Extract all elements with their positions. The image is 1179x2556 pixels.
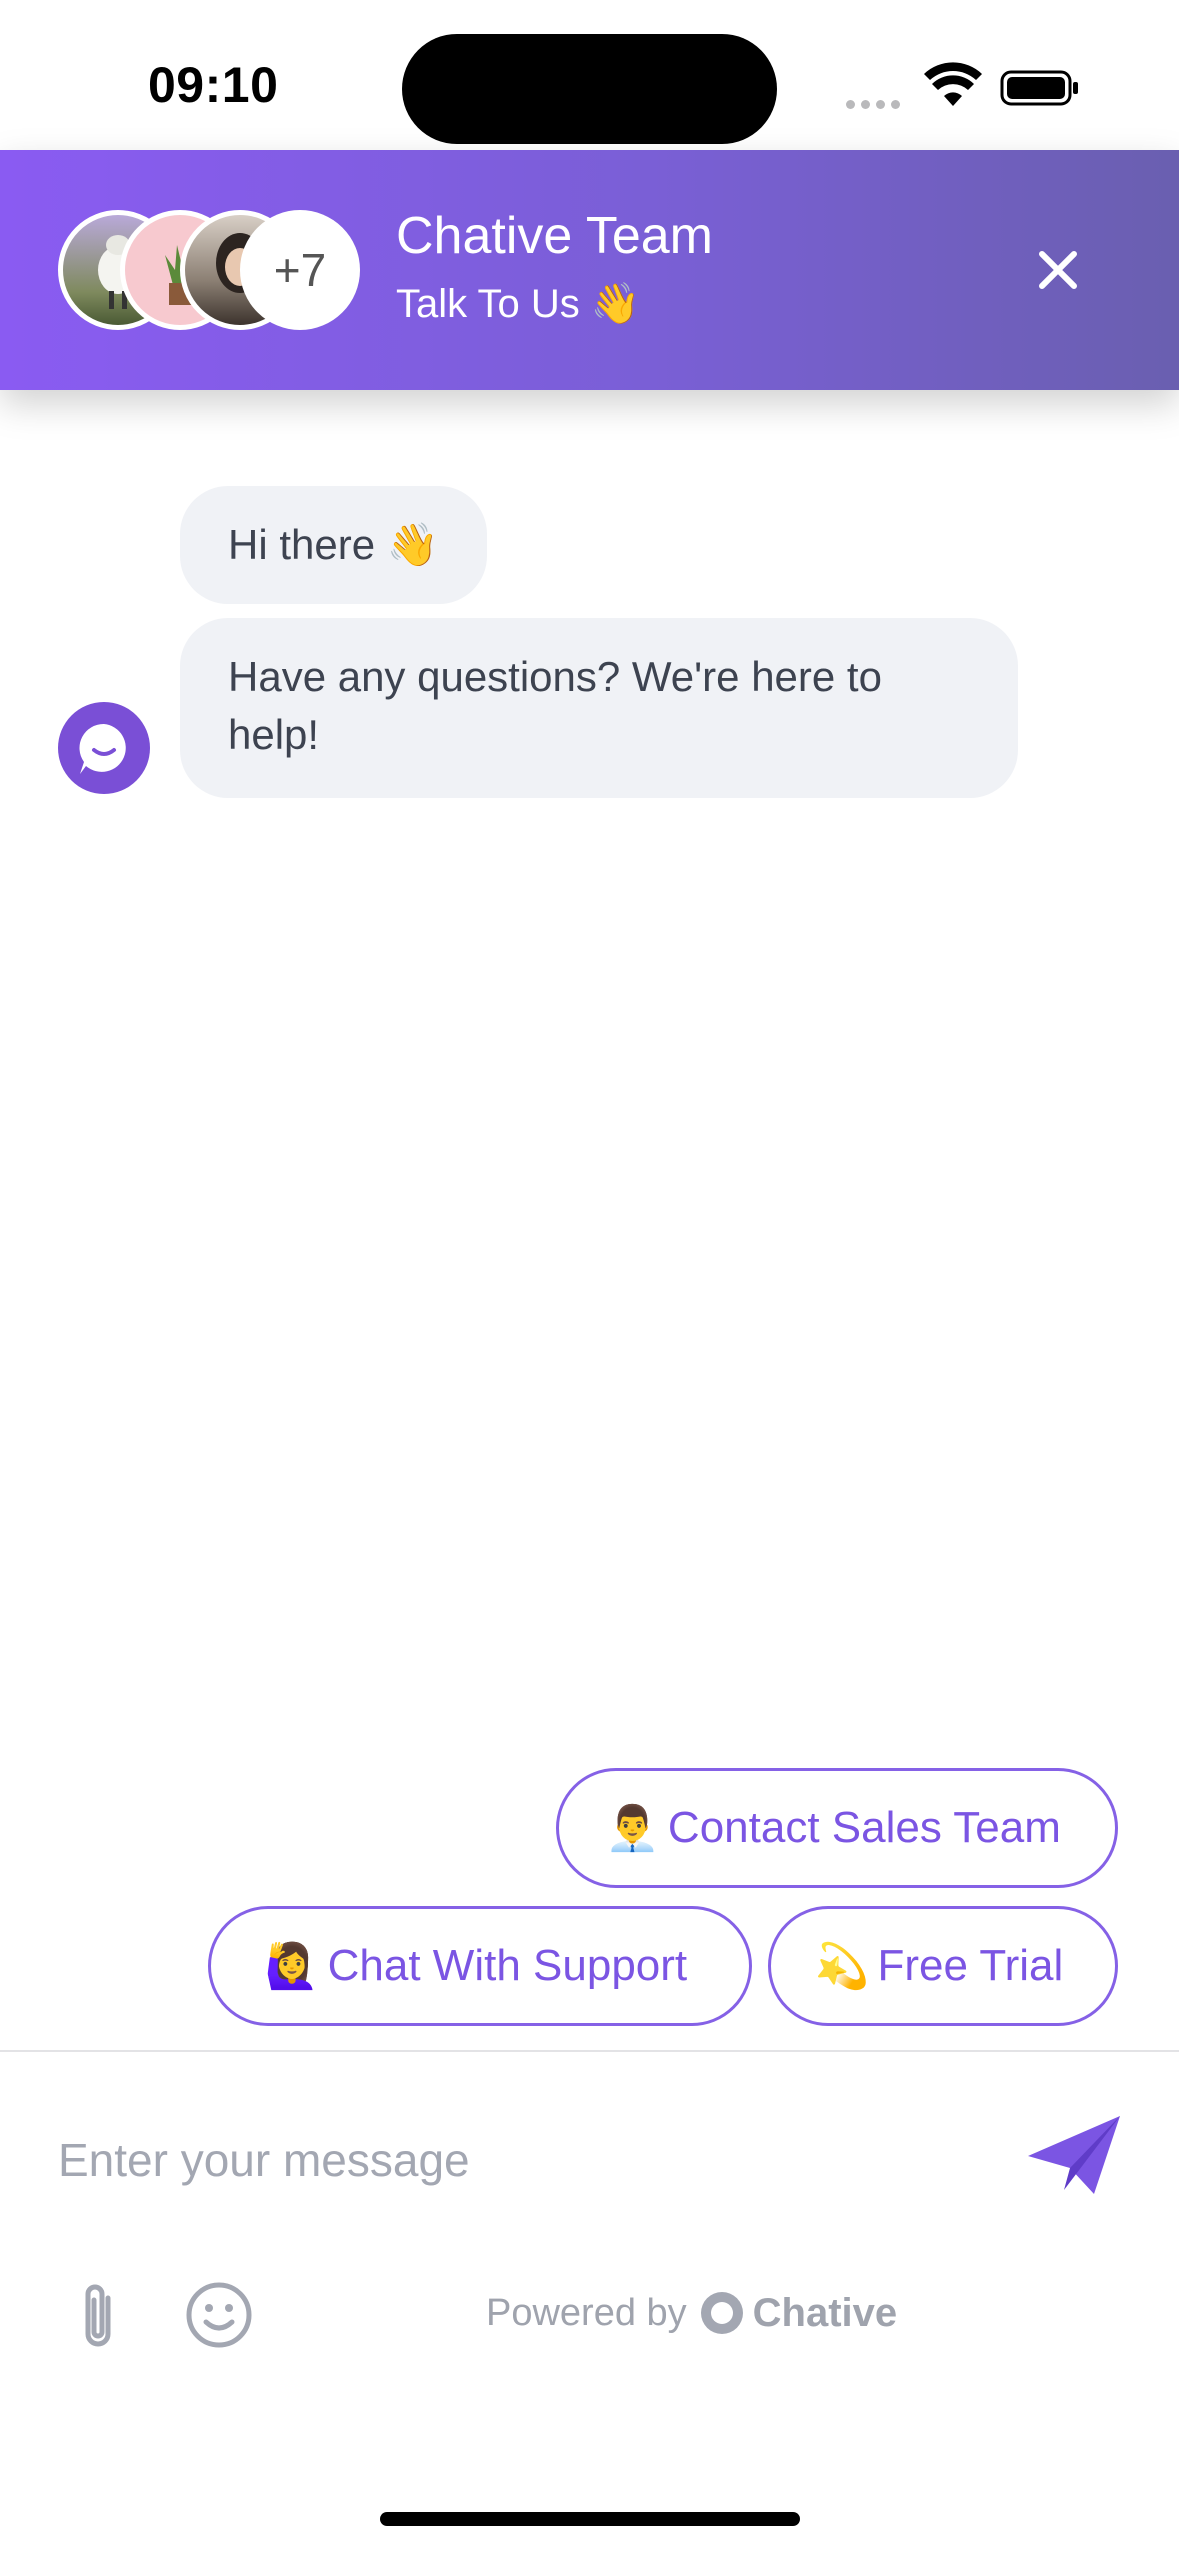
bot-avatar-icon — [58, 702, 150, 794]
quick-reply-free-trial[interactable]: 💫 Free Trial — [768, 1906, 1118, 2026]
quick-reply-contact-sales[interactable]: 👨‍💼 Contact Sales Team — [556, 1768, 1118, 1888]
quick-reply-label: Chat With Support — [327, 1941, 688, 1990]
paperclip-icon[interactable] — [70, 2280, 126, 2352]
quick-reply-label: Contact Sales Team — [667, 1803, 1061, 1852]
message-input[interactable] — [58, 2120, 958, 2200]
team-subtitle: Talk To Us 👋 — [396, 282, 641, 326]
home-indicator[interactable] — [380, 2512, 800, 2526]
powered-by-brand: Chative — [752, 2290, 898, 2335]
composer-divider — [0, 2050, 1179, 2052]
close-icon[interactable] — [1030, 242, 1086, 298]
message-bubble: Hi there 👋 — [180, 486, 488, 604]
more-agents-count: +7 — [240, 210, 360, 330]
quick-reply-emoji: 💫 — [814, 1942, 870, 1991]
emoji-icon[interactable] — [184, 2280, 254, 2350]
wifi-icon — [924, 62, 982, 106]
powered-by[interactable]: Powered by Chative — [486, 2290, 897, 2336]
chat-header: +7 Chative Team Talk To Us 👋 — [0, 150, 1179, 390]
status-bar: 09:10 — [0, 0, 1179, 150]
send-icon[interactable] — [1024, 2110, 1124, 2200]
quick-reply-emoji: 🙋‍♀️ — [264, 1942, 320, 1991]
status-time: 09:10 — [148, 57, 279, 113]
battery-icon — [1000, 70, 1078, 106]
message-bubble: Have any questions? We're here to help! — [180, 618, 1018, 798]
quick-reply-label: Free Trial — [877, 1941, 1064, 1990]
chat-widget-screen: 09:10 +7 Chative Team Talk To Us 👋 Hi th… — [0, 0, 1179, 2556]
team-name: Chative Team — [396, 207, 713, 265]
cellular-signal-icon — [846, 96, 906, 114]
quick-reply-chat-support[interactable]: 🙋‍♀️ Chat With Support — [208, 1906, 752, 2026]
chative-logo-icon — [700, 2292, 743, 2334]
powered-by-label: Powered by — [486, 2291, 687, 2334]
dynamic-island — [402, 34, 777, 144]
quick-reply-emoji: 👨‍💼 — [605, 1804, 660, 1853]
